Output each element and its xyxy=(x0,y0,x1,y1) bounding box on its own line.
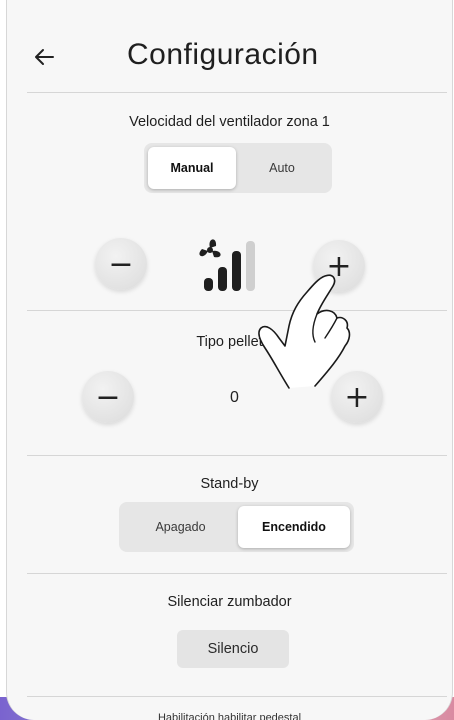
divider xyxy=(27,455,447,456)
divider xyxy=(27,696,447,697)
divider xyxy=(27,92,447,93)
buzzer-label: Silenciar zumbador xyxy=(167,594,292,610)
arrow-left-icon xyxy=(35,49,54,65)
silence-button[interactable]: Silencio xyxy=(177,630,289,668)
page-title: Configuración xyxy=(127,38,319,71)
standby-label: Stand-by xyxy=(200,476,259,492)
pellet-value: 0 xyxy=(230,389,239,406)
fan-speed-decrease-button[interactable]: − xyxy=(95,238,147,290)
divider xyxy=(27,310,447,311)
speed-bar-4 xyxy=(246,241,255,291)
fan-speed-label: Velocidad del ventilador zona 1 xyxy=(129,114,330,130)
divider xyxy=(27,573,447,574)
standby-off-option[interactable]: Apagado xyxy=(123,506,238,548)
standby-on-option[interactable]: Encendido xyxy=(238,506,350,548)
settings-screen: Configuración Velocidad del ventilador z… xyxy=(6,0,453,720)
pellet-type-label: Tipo pellet xyxy=(196,334,263,350)
speed-bar-1 xyxy=(204,278,213,291)
mode-auto-option[interactable]: Auto xyxy=(236,147,328,189)
pellet-decrease-button[interactable]: − xyxy=(82,371,134,423)
speed-bar-3 xyxy=(232,251,241,291)
standby-toggle: Apagado Encendido xyxy=(119,502,354,552)
fan-mode-toggle: Manual Auto xyxy=(144,143,332,193)
hand-pointer-icon xyxy=(258,274,351,389)
next-section-label: Habilitación habilitar pedestal xyxy=(157,712,302,720)
speed-bar-2 xyxy=(218,267,227,291)
back-button[interactable] xyxy=(29,42,59,72)
header: Configuración xyxy=(7,0,452,92)
mode-manual-option[interactable]: Manual xyxy=(148,147,236,189)
fan-icon xyxy=(199,239,221,258)
